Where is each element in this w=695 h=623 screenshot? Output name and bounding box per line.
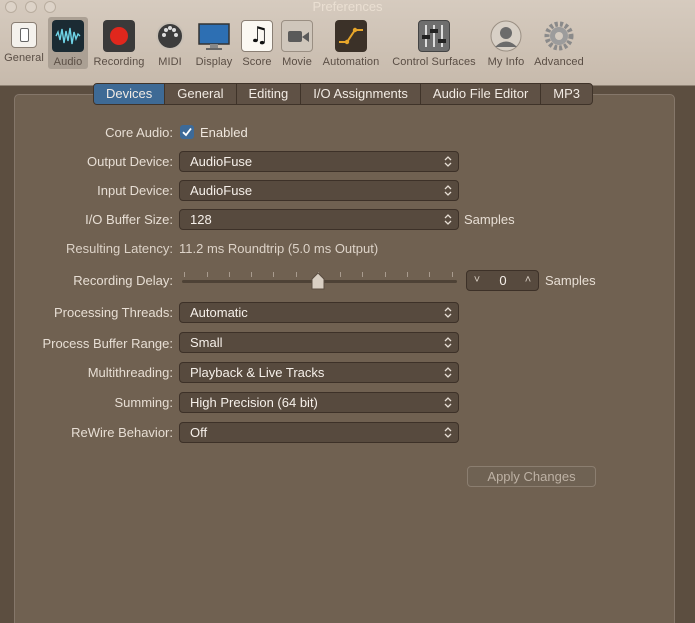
checkmark-icon xyxy=(182,127,192,137)
tab-audio-file-editor[interactable]: Audio File Editor xyxy=(421,84,542,104)
multithreading-label: Multithreading: xyxy=(87,365,173,380)
window-title: Preferences xyxy=(312,0,383,14)
automation-icon xyxy=(335,20,367,52)
multithreading-popup[interactable]: Playback & Live Tracks xyxy=(179,362,459,383)
slider-tick xyxy=(296,272,297,277)
rewire-behavior-label: ReWire Behavior: xyxy=(71,425,173,440)
up-down-arrows-icon xyxy=(444,214,452,225)
up-down-arrows-icon xyxy=(444,185,452,196)
core-audio-checkbox[interactable] xyxy=(180,125,194,139)
process-buffer-range-value: Small xyxy=(190,335,223,350)
processing-threads-popup[interactable]: Automatic xyxy=(179,302,459,323)
process-buffer-range-label: Process Buffer Range: xyxy=(42,336,173,351)
recording-delay-label: Recording Delay: xyxy=(73,273,173,288)
toolbar: Preferences General Audio Recording MIDI… xyxy=(0,0,695,86)
recording-delay-value[interactable]: 0 xyxy=(489,271,517,290)
slider-tick xyxy=(362,272,363,277)
toolbar-item-audio[interactable]: Audio xyxy=(48,17,88,69)
toolbar-item-midi[interactable]: MIDI xyxy=(151,17,189,69)
movie-icon xyxy=(281,20,313,52)
toolbar-item-recording[interactable]: Recording xyxy=(90,17,148,69)
summing-value: High Precision (64 bit) xyxy=(190,395,318,410)
input-device-value: AudioFuse xyxy=(190,183,253,198)
output-device-label: Output Device: xyxy=(87,154,173,169)
resulting-latency-value: 11.2 ms Roundtrip (5.0 ms Output) xyxy=(179,241,379,256)
tab-io-assignments[interactable]: I/O Assignments xyxy=(301,84,421,104)
processing-threads-label: Processing Threads: xyxy=(54,305,173,320)
toolbar-item-movie[interactable]: Movie xyxy=(278,17,316,69)
slider-tick xyxy=(385,272,386,277)
slider-tick xyxy=(207,272,208,277)
input-device-popup[interactable]: AudioFuse xyxy=(179,180,459,201)
display-icon xyxy=(198,20,230,52)
core-audio-label: Core Audio: xyxy=(105,125,173,140)
io-buffer-size-label: I/O Buffer Size: xyxy=(85,212,173,227)
up-down-arrows-icon xyxy=(444,397,452,408)
toolbar-item-score[interactable]: ♫ Score xyxy=(239,17,275,69)
user-icon xyxy=(490,20,522,52)
rewire-behavior-value: Off xyxy=(190,425,208,440)
audio-waveform-icon xyxy=(52,20,84,52)
toolbar-item-display[interactable]: Display xyxy=(192,17,236,69)
tab-editing[interactable]: Editing xyxy=(237,84,302,104)
toolbar-item-automation[interactable]: Automation xyxy=(318,17,384,69)
recording-delay-stepper[interactable]: ˅ 0 ˄ xyxy=(466,270,539,291)
chevron-down-icon[interactable]: ˅ xyxy=(469,271,485,290)
toolbar-item-general[interactable]: General xyxy=(2,17,46,69)
slider-tick xyxy=(273,272,274,277)
io-buffer-size-value: 128 xyxy=(190,212,212,227)
slider-tick xyxy=(229,272,230,277)
output-device-popup[interactable]: AudioFuse xyxy=(179,151,459,172)
tab-mp3[interactable]: MP3 xyxy=(541,84,592,104)
output-device-value: AudioFuse xyxy=(190,154,253,169)
summing-popup[interactable]: High Precision (64 bit) xyxy=(179,392,459,413)
slider-tick xyxy=(340,272,341,277)
tab-bar: Devices General Editing I/O Assignments … xyxy=(93,83,594,105)
slider-tick xyxy=(184,272,185,277)
slider-tick xyxy=(429,272,430,277)
process-buffer-range-popup[interactable]: Small xyxy=(179,332,459,353)
multithreading-value: Playback & Live Tracks xyxy=(190,365,325,380)
tab-general[interactable]: General xyxy=(165,84,237,104)
chevron-up-icon[interactable]: ˄ xyxy=(520,271,536,290)
tab-devices[interactable]: Devices xyxy=(94,84,166,104)
rewire-behavior-popup[interactable]: Off xyxy=(179,422,459,443)
apply-changes-button[interactable]: Apply Changes xyxy=(467,466,596,487)
summing-label: Summing: xyxy=(114,395,173,410)
slider-tick xyxy=(452,272,453,277)
score-icon: ♫ xyxy=(241,20,273,52)
control-surfaces-icon xyxy=(418,20,450,52)
toolbar-item-advanced[interactable]: Advanced xyxy=(532,17,586,69)
midi-icon xyxy=(154,20,186,52)
slider-tick xyxy=(407,272,408,277)
up-down-arrows-icon xyxy=(444,427,452,438)
core-audio-checkbox-label[interactable]: Enabled xyxy=(200,125,248,140)
up-down-arrows-icon xyxy=(444,337,452,348)
general-icon xyxy=(11,22,37,48)
recording-delay-slider-knob[interactable] xyxy=(311,272,325,290)
up-down-arrows-icon xyxy=(444,367,452,378)
toolbar-item-control-surfaces[interactable]: Control Surfaces xyxy=(388,17,480,69)
resulting-latency-label: Resulting Latency: xyxy=(66,241,173,256)
io-buffer-size-popup[interactable]: 128 xyxy=(179,209,459,230)
recording-delay-unit: Samples xyxy=(545,273,596,288)
up-down-arrows-icon xyxy=(444,156,452,167)
input-device-label: Input Device: xyxy=(97,183,173,198)
io-buffer-size-unit: Samples xyxy=(464,212,515,227)
preferences-panel xyxy=(14,94,675,623)
up-down-arrows-icon xyxy=(444,307,452,318)
record-icon xyxy=(103,20,135,52)
gear-icon xyxy=(543,20,575,52)
toolbar-item-my-info[interactable]: My Info xyxy=(484,17,528,69)
processing-threads-value: Automatic xyxy=(190,305,248,320)
slider-tick xyxy=(251,272,252,277)
